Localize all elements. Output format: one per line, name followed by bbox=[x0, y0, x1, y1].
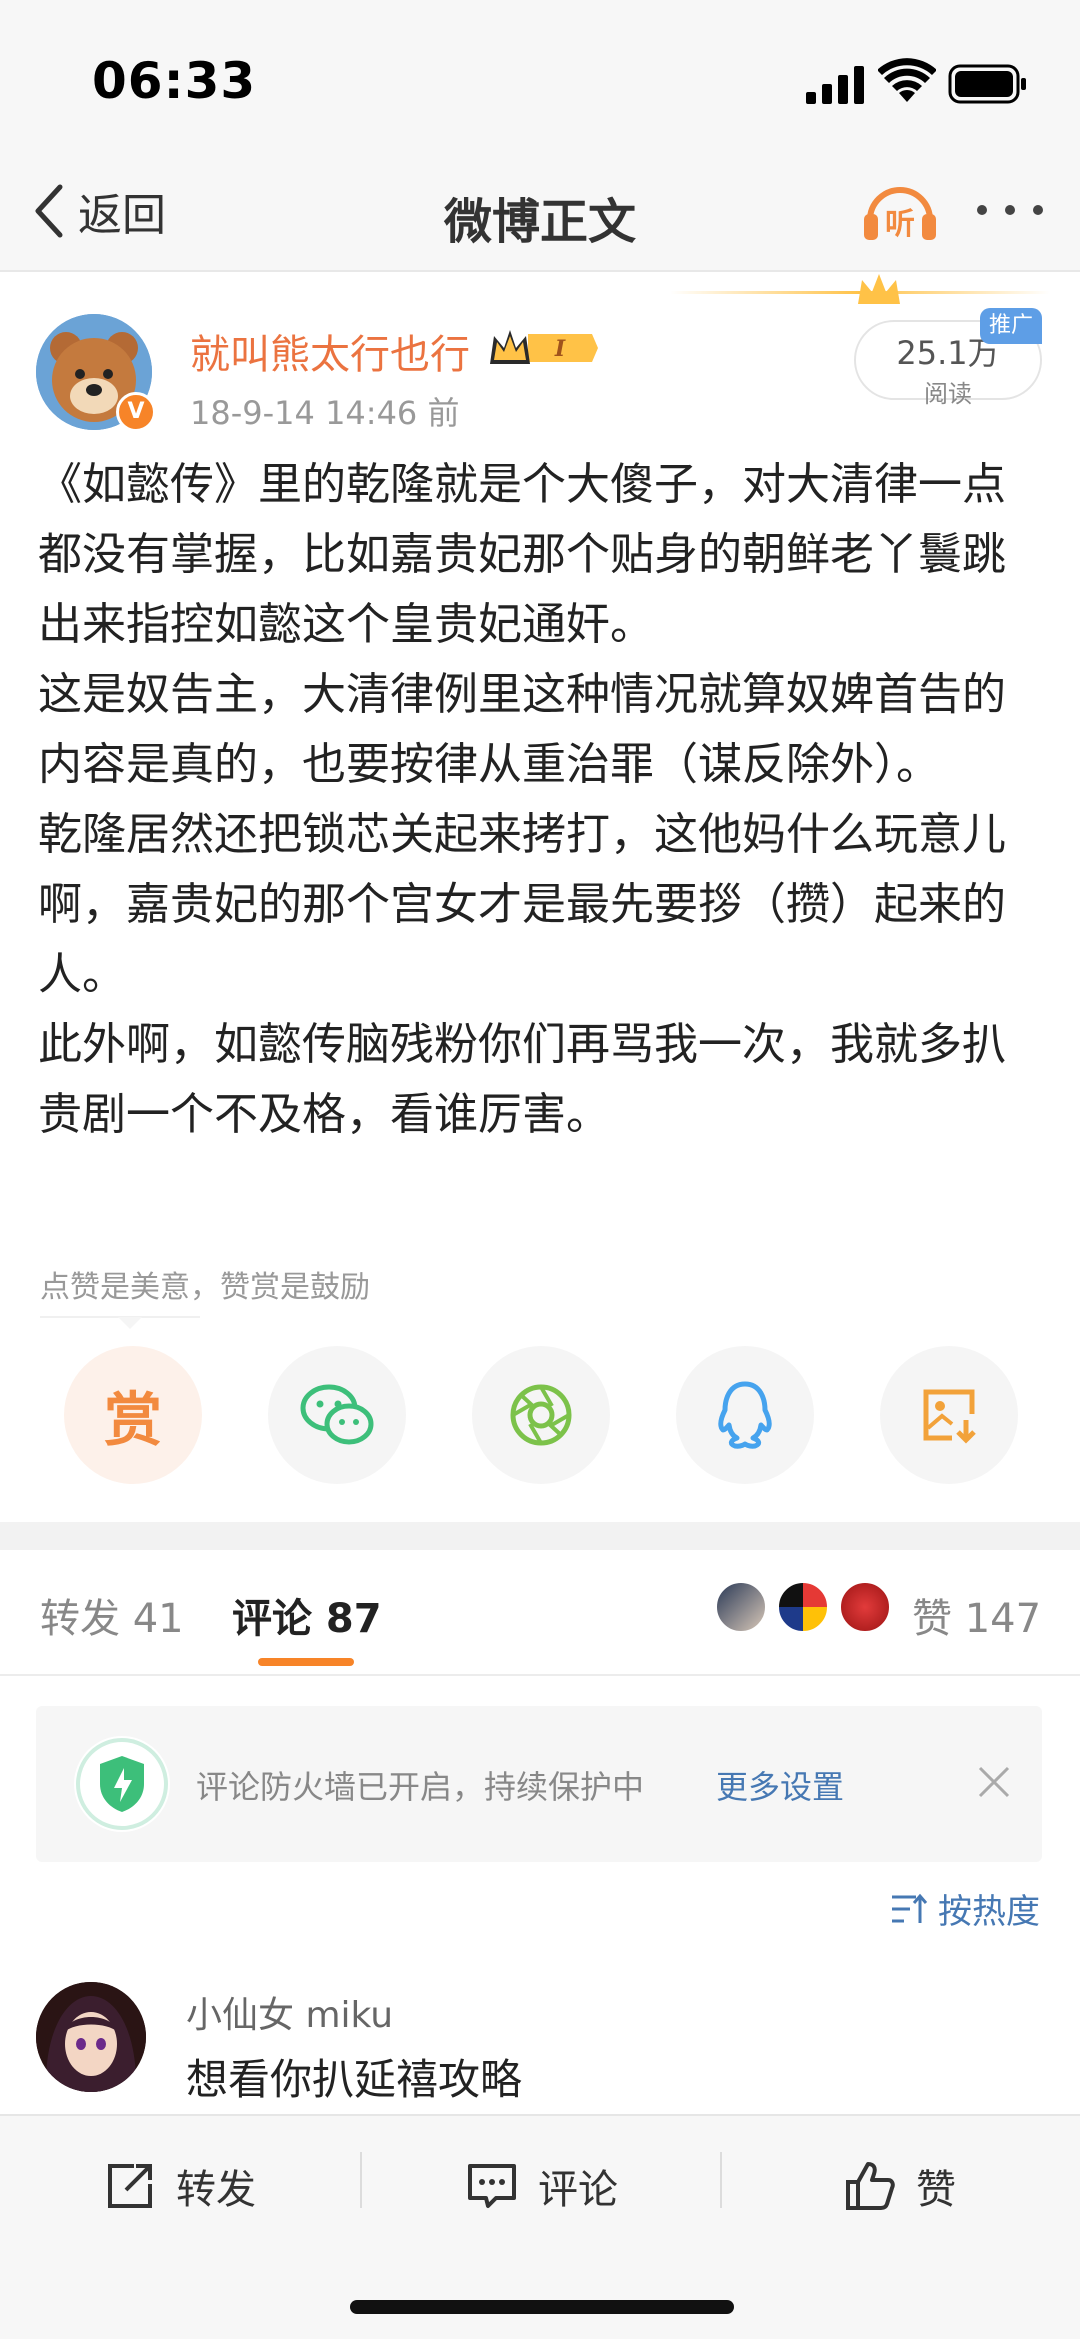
status-time: 06:33 bbox=[92, 52, 257, 110]
anime-avatar-icon bbox=[36, 1982, 146, 2092]
share-qq-button[interactable] bbox=[676, 1346, 814, 1484]
post-body: 《如懿传》里的乾隆就是个大傻子，对大清律一点都没有掌握，比如嘉贵妃那个贴身的朝鲜… bbox=[38, 450, 1048, 1150]
post-paragraph: 此外啊，如懿传脑残粉你们再骂我一次，我就多扒贵剧一个不及格，看谁厉害。 bbox=[38, 1019, 1006, 1140]
active-tab-indicator bbox=[258, 1658, 354, 1666]
sort-by-hot-button[interactable]: 按热度 bbox=[890, 1884, 1040, 1933]
comment-firewall-banner: 评论防火墙已开启，持续保护中 更多设置 bbox=[36, 1706, 1042, 1862]
sort-icon bbox=[892, 1893, 928, 1923]
reward-hint: 点赞是美意，赞赏是鼓励 bbox=[40, 1270, 370, 1305]
comment-button[interactable]: 评论 bbox=[466, 2156, 618, 2216]
reward-button[interactable]: 赏 bbox=[64, 1346, 202, 1484]
separator bbox=[360, 2152, 362, 2208]
wechat-icon bbox=[300, 1384, 374, 1445]
repost-label: 转发 bbox=[176, 2167, 256, 2213]
tab-like[interactable]: 赞 147 bbox=[912, 1586, 1041, 1644]
liker-avatars[interactable] bbox=[714, 1580, 894, 1636]
headphones-listen-icon[interactable]: 听 bbox=[862, 176, 938, 246]
share-row: 赏 bbox=[0, 1346, 1080, 1486]
post-paragraph: 这是奴告主，大清律例里这种情况就算奴婢首告的内容是真的，也要按律从重治罪（谋反除… bbox=[38, 669, 1006, 790]
svg-text:I: I bbox=[554, 336, 566, 362]
liker-avatar bbox=[776, 1580, 830, 1634]
post-paragraph: 乾隆居然还把锁芯关起来拷打，这他妈什么玩意儿啊，嘉贵妃的那个宫女才是最先要拶（攒… bbox=[38, 809, 1006, 1000]
qq-icon bbox=[718, 1381, 772, 1449]
commenter-avatar[interactable] bbox=[36, 1982, 146, 2092]
cellular-signal-icon bbox=[806, 66, 864, 104]
comment-icon bbox=[468, 2164, 516, 2208]
share-wechat-button[interactable] bbox=[268, 1346, 406, 1484]
firewall-status-text: 评论防火墙已开启，持续保护中 bbox=[196, 1768, 645, 1806]
thumbs-up-icon bbox=[846, 2162, 895, 2210]
interaction-tabs: 转发 41 评论 87 赞 147 bbox=[0, 1550, 1080, 1676]
post-paragraph: 《如懿传》里的乾隆就是个大傻子，对大清律一点都没有掌握，比如嘉贵妃那个贴身的朝鲜… bbox=[38, 459, 1006, 650]
post-timestamp: 18-9-14 14:46 前 bbox=[190, 394, 460, 432]
tab-comment[interactable]: 评论 87 bbox=[232, 1586, 382, 1644]
section-divider bbox=[0, 1522, 1080, 1550]
like-button[interactable]: 赞 bbox=[844, 2156, 956, 2216]
close-icon[interactable] bbox=[976, 1764, 1012, 1800]
shield-lightning-icon bbox=[76, 1738, 168, 1830]
liker-avatar bbox=[838, 1580, 892, 1634]
repost-button[interactable]: 转发 bbox=[104, 2156, 256, 2216]
more-settings-link[interactable]: 更多设置 bbox=[716, 1762, 844, 1808]
reward-icon: 赏 bbox=[103, 1386, 162, 1454]
comment-text: 想看你扒延禧攻略 bbox=[186, 2055, 523, 2104]
pointer-arrow bbox=[118, 1317, 142, 1329]
author-name[interactable]: 就叫熊太行也行 bbox=[190, 322, 470, 380]
svg-text:听: 听 bbox=[885, 207, 915, 242]
save-image-button[interactable] bbox=[880, 1346, 1018, 1484]
like-label: 赞 bbox=[916, 2167, 956, 2213]
home-indicator bbox=[350, 2300, 734, 2314]
moments-icon bbox=[510, 1384, 572, 1446]
comment-label: 评论 bbox=[538, 2167, 618, 2213]
shield-container bbox=[74, 1736, 170, 1832]
crown-icon bbox=[858, 274, 900, 304]
nav-bar: 返回 微博正文 听 bbox=[0, 150, 1080, 272]
more-options-icon[interactable] bbox=[974, 190, 1046, 230]
wifi-icon bbox=[878, 58, 936, 102]
commenter-name[interactable]: 小仙女 miku bbox=[186, 1986, 393, 2038]
promo-tag: 推广 bbox=[980, 308, 1042, 344]
save-image-icon bbox=[923, 1389, 976, 1444]
repost-icon bbox=[108, 2164, 152, 2208]
status-bar: 06:33 bbox=[0, 0, 1080, 150]
bottom-action-bar: 转发 评论 赞 bbox=[0, 2114, 1080, 2339]
read-label: 阅读 bbox=[924, 380, 972, 408]
member-level-badge: I bbox=[490, 330, 598, 364]
tab-repost[interactable]: 转发 41 bbox=[40, 1586, 184, 1644]
battery-icon bbox=[948, 64, 1026, 104]
share-moments-button[interactable] bbox=[472, 1346, 610, 1484]
sort-label: 按热度 bbox=[938, 1892, 1040, 1932]
verified-badge-icon: V bbox=[116, 392, 156, 432]
liker-avatar bbox=[714, 1580, 768, 1634]
separator bbox=[720, 2152, 722, 2208]
